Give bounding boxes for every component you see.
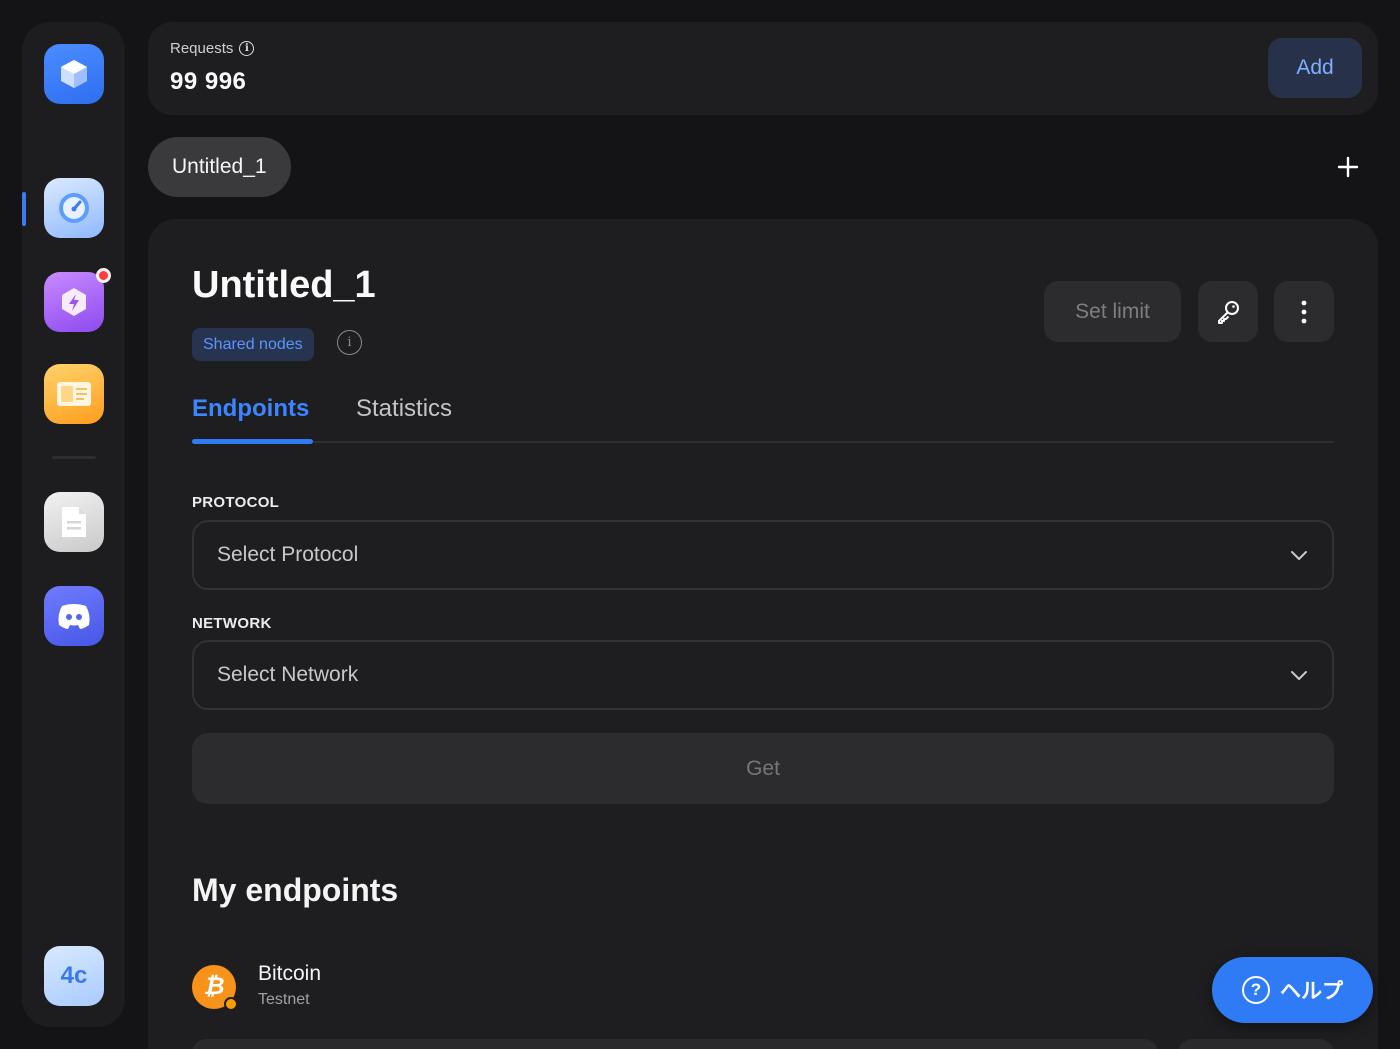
network-label: NETWORK xyxy=(192,615,272,632)
more-vertical-icon xyxy=(1301,300,1307,323)
user-avatar[interactable]: 4c xyxy=(44,946,104,1006)
requests-label-text: Requests xyxy=(170,40,234,57)
protocol-select[interactable]: Select Protocol xyxy=(192,520,1334,590)
info-icon[interactable]: i xyxy=(337,330,362,355)
book-icon xyxy=(57,382,91,406)
requests-label: Requests i xyxy=(170,40,255,57)
endpoint-name[interactable]: Bitcoin xyxy=(258,962,321,986)
help-label: ヘルプ xyxy=(1280,980,1343,1003)
endpoint-action[interactable] xyxy=(1178,1039,1334,1049)
network-select[interactable]: Select Network xyxy=(192,640,1334,710)
set-limit-button[interactable]: Set limit xyxy=(1044,281,1181,342)
endpoint-network: Testnet xyxy=(258,991,310,1008)
sidebar-item-documents[interactable] xyxy=(44,492,104,552)
plus-icon xyxy=(1337,156,1359,178)
add-button[interactable]: Add xyxy=(1268,38,1362,98)
protocol-placeholder: Select Protocol xyxy=(217,543,359,566)
add-project-button[interactable] xyxy=(1322,143,1374,191)
endpoint-url-field[interactable] xyxy=(192,1039,1158,1049)
protocol-label: PROTOCOL xyxy=(192,494,280,511)
more-options-button[interactable] xyxy=(1274,281,1334,342)
lightning-icon xyxy=(62,288,86,316)
sidebar-item-dashboard[interactable] xyxy=(44,178,104,238)
get-button[interactable]: Get xyxy=(192,733,1334,804)
question-icon: ? xyxy=(1242,976,1270,1004)
document-icon xyxy=(62,507,86,537)
chevron-down-icon xyxy=(1291,671,1307,680)
api-key-button[interactable] xyxy=(1198,281,1258,342)
tab-endpoints[interactable]: Endpoints xyxy=(192,395,309,423)
my-endpoints-title: My endpoints xyxy=(192,872,399,908)
project-card: Untitled_1 Shared nodes i Set limit Endp… xyxy=(148,219,1378,1049)
sidebar-divider xyxy=(52,456,96,459)
requests-bar: Requests i 99 996 Add xyxy=(148,22,1378,115)
network-placeholder: Select Network xyxy=(217,663,359,686)
chevron-down-icon xyxy=(1291,551,1307,560)
speedometer-icon xyxy=(59,193,89,223)
help-button[interactable]: ? ヘルプ xyxy=(1212,957,1373,1023)
tabs-divider xyxy=(192,441,1334,443)
discord-icon xyxy=(58,604,90,629)
info-icon[interactable]: i xyxy=(239,41,255,56)
tab-statistics[interactable]: Statistics xyxy=(356,395,452,423)
user-initials: 4c xyxy=(60,962,88,989)
requests-value: 99 996 xyxy=(170,68,247,95)
shared-nodes-badge: Shared nodes xyxy=(192,328,314,361)
project-tab[interactable]: Untitled_1 xyxy=(148,137,291,197)
key-icon xyxy=(1218,300,1239,324)
bitcoin-icon: ₿ xyxy=(192,965,238,1011)
active-indicator xyxy=(22,192,26,226)
status-dot xyxy=(224,997,238,1011)
active-tab-indicator xyxy=(192,439,313,444)
notification-dot xyxy=(96,268,111,283)
sidebar: 4c xyxy=(22,22,125,1027)
sidebar-item-boost[interactable] xyxy=(44,268,111,332)
page-title: Untitled_1 xyxy=(192,264,376,306)
sidebar-item-docs[interactable] xyxy=(44,364,104,424)
cube-logo-icon[interactable] xyxy=(44,44,104,104)
sidebar-item-discord[interactable] xyxy=(44,586,104,646)
